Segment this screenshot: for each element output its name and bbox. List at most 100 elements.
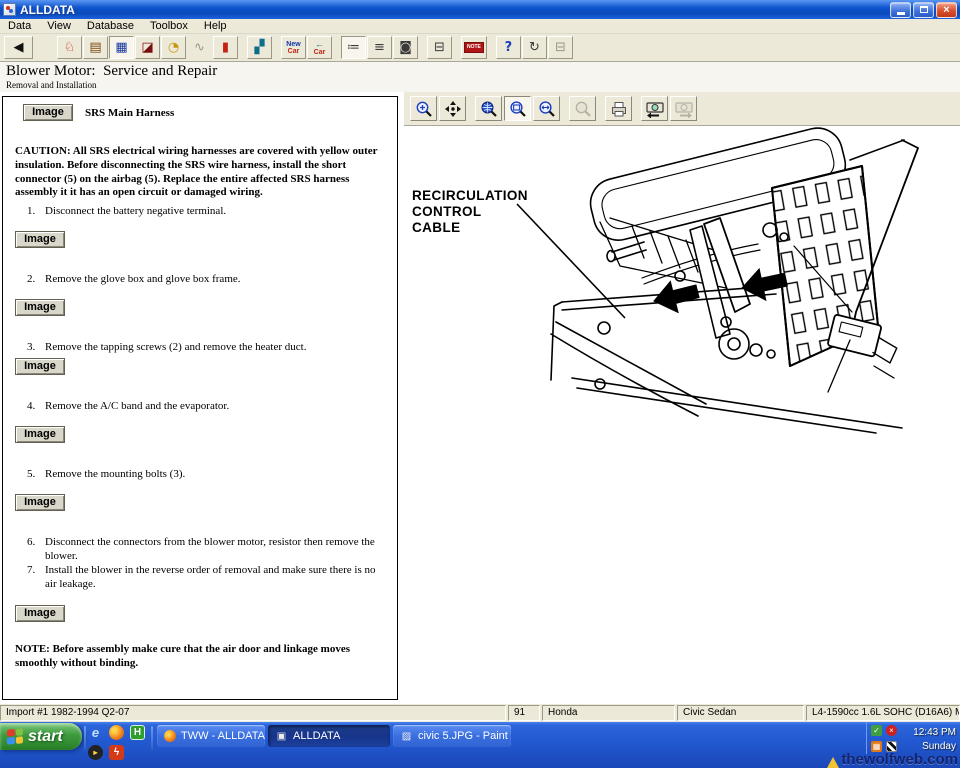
list-view-icon: ≔ [347,41,360,54]
printer-icon: ⊟ [434,41,445,54]
menu-help[interactable]: Help [196,19,235,34]
brush-icon: ▞ [255,41,265,54]
note-button[interactable]: NOTE [461,36,487,59]
zoom-in-icon [415,100,433,118]
image-view-button[interactable]: ◙ [393,36,418,59]
toolbox-button[interactable]: ▤ [83,36,108,59]
diagram-label-line-1: RECIRCULATION [412,188,528,203]
new-car-button[interactable]: New Car [281,36,306,59]
menu-toolbox[interactable]: Toolbox [142,19,196,34]
alldata-window-icon: ▣ [275,730,288,743]
menu-bar: Data View Database Toolbox Help [0,19,960,34]
diagram-area[interactable]: RECIRCULATION CONTROL CABLE [404,126,960,703]
browse-button[interactable]: ∿ [187,36,212,59]
menu-database[interactable]: Database [79,19,142,34]
document-header: Blower Motor: Service and Repair Removal… [0,62,960,92]
image-button[interactable]: Image [23,104,73,121]
print-image-button[interactable] [605,96,632,121]
step-4: 4.Remove the A/C band and the evaporator… [15,400,385,414]
alldata-logo-button[interactable]: ♘ [57,36,82,59]
section-heading: SRS Main Harness [85,107,174,119]
zoom-select-button[interactable] [569,96,596,121]
zoom-in-button[interactable] [410,96,437,121]
zoom-select-disabled-icon [574,100,592,118]
reminder-button[interactable]: ◔ [161,36,186,59]
menu-view[interactable]: View [39,19,79,34]
menu-data[interactable]: Data [0,19,39,34]
close-button[interactable]: × [936,2,957,18]
paint-window-icon: ▨ [400,730,413,743]
status-year: 91 [508,705,540,721]
diagram-label-line-3: CABLE [412,220,461,235]
firefox-icon[interactable] [109,725,124,740]
diagram-label-line-2: CONTROL [412,204,482,219]
app-icon [3,3,16,16]
step-1: 1.Disconnect the battery negative termin… [15,205,385,219]
page-title: Blower Motor: Service and Repair [6,63,954,80]
print-preview-button[interactable]: ⊟ [548,36,573,59]
tray-status-icon[interactable]: ✓ [871,725,882,736]
camera-icon: ◙ [399,41,412,54]
print-button[interactable]: ⊟ [427,36,452,59]
previous-image-icon [645,100,665,118]
back-arrow-icon: ◀ [14,41,24,54]
zoom-width-button[interactable] [533,96,560,121]
image-button[interactable]: Image [15,426,65,443]
refresh-button[interactable]: ↻ [522,36,547,59]
rooster-icon: ♘ [64,41,76,54]
task-firefox-window[interactable]: TWW - ALLDATA, RE... [157,725,265,747]
image-button[interactable]: Image [15,494,65,511]
car-back-button[interactable]: ← Car [307,36,332,59]
task-paint-window[interactable]: ▨ civic 5.JPG - Paint [393,725,511,747]
image-button[interactable]: Image [15,358,65,375]
printer-icon [610,100,628,118]
status-model: Civic Sedan [677,705,804,721]
zoom-width-icon [538,100,556,118]
clock-time: 12:43 PM [901,726,956,740]
tsb-button[interactable]: ◪ [135,36,160,59]
task-alldata-window[interactable]: ▣ ALLDATA [268,725,390,747]
tv-icon: ◪ [141,41,153,54]
zoom-actual-button[interactable] [475,96,502,121]
firefox-icon [164,730,176,742]
back-button[interactable]: ◀ [4,36,33,59]
list-view-button[interactable]: ≔ [341,36,366,59]
image-button[interactable]: Image [15,231,65,248]
step-7: 7.Install the blower in the reverse orde… [15,564,385,592]
main-toolbar: ◀ ♘ ▤ ▦ ◪ ◔ ∿ ▮ ▞ New Car ← Car ≔ ≡ [0,34,960,62]
taskbar: start e H ▸ ϟ TWW - ALLDATA, RE... ▣ ALL… [0,722,960,768]
text-view-button[interactable]: ≡ [367,36,392,59]
restore-button[interactable] [913,2,934,18]
tray-shield-icon[interactable]: × [886,725,897,736]
clock[interactable]: 12:43 PM Sunday [901,725,956,754]
next-image-button[interactable] [670,96,697,121]
window-title: ALLDATA [20,3,888,17]
status-make: Honda [542,705,675,721]
help-icon: ? [505,41,513,54]
previous-image-button[interactable] [641,96,668,121]
system-tray: ✓ × ▦ 12:43 PM Sunday [866,722,960,754]
book-icon: ▮ [222,41,229,54]
step-2: 2.Remove the glove box and glove box fra… [15,273,385,287]
paint-tool-button[interactable]: ▞ [247,36,272,59]
hamachi-icon[interactable]: H [130,725,145,740]
repair-computer-button[interactable]: ▦ [109,36,134,59]
image-button[interactable]: Image [15,605,65,622]
winamp-icon[interactable]: ϟ [109,745,124,760]
page-subtitle: Removal and Installation [6,80,954,90]
zoom-fit-button[interactable] [504,96,531,121]
quick-launch: e H ▸ ϟ [88,725,150,765]
status-bar: Import #1 1982-1994 Q2-07 91 Honda Civic… [0,704,960,722]
pan-button[interactable] [439,96,466,121]
start-button[interactable]: start [0,723,82,750]
msn-swoosh-icon[interactable]: e [88,725,103,740]
book-button[interactable]: ▮ [213,36,238,59]
start-label: start [28,728,63,746]
help-button[interactable]: ? [496,36,521,59]
caution-text: CAUTION: All SRS electrical wiring harne… [15,145,385,200]
minimize-button[interactable] [890,2,911,18]
media-player-icon[interactable]: ▸ [88,745,103,760]
browse-icon: ∿ [194,41,205,54]
image-button[interactable]: Image [15,299,65,316]
procedure-panel[interactable]: Image SRS Main Harness CAUTION: All SRS … [2,96,398,700]
